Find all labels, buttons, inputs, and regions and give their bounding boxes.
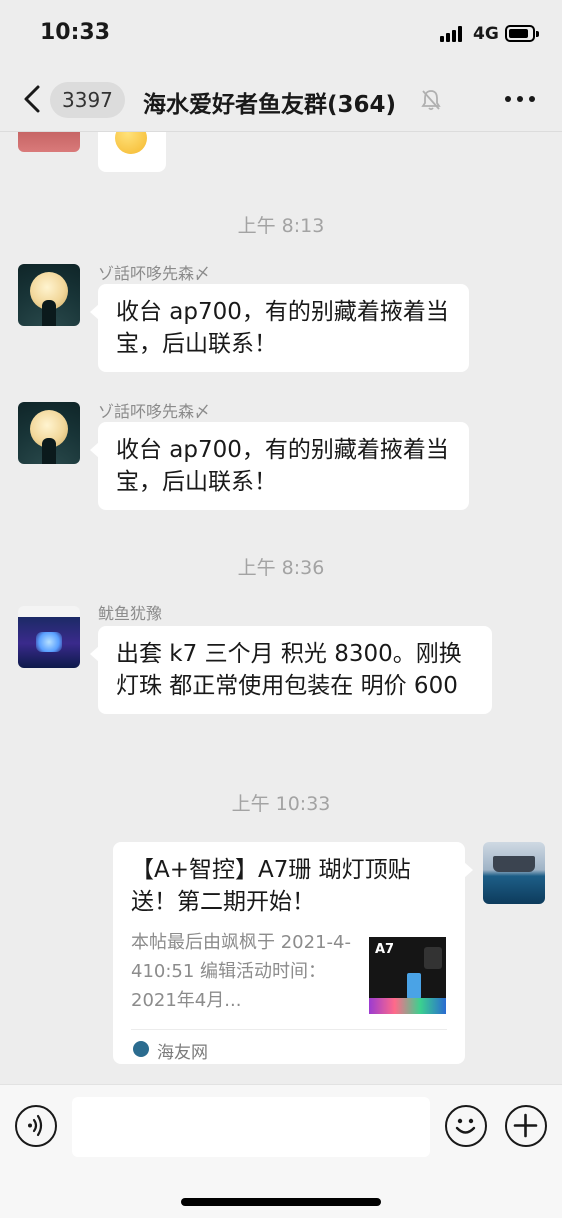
avatar[interactable] <box>18 132 80 152</box>
sender-name: ゾ話吥哆先森〆 <box>98 402 211 421</box>
source-name: 海友网 <box>157 1043 208 1063</box>
chat-area[interactable]: 上午 8:13 ゾ話吥哆先森〆 收台 ap700，有的别藏着掖着当宝，后山联系！… <box>0 132 562 1084</box>
chat-title: 海水爱好者鱼友群(364) <box>143 92 397 118</box>
source-logo-icon <box>133 1041 149 1057</box>
signal-icon <box>440 26 466 42</box>
network-label: 4G <box>473 24 499 44</box>
emoji-button[interactable] <box>445 1105 487 1147</box>
avatar[interactable] <box>18 402 80 464</box>
voice-button[interactable] <box>15 1105 57 1147</box>
add-button[interactable] <box>505 1105 547 1147</box>
message-input[interactable] <box>72 1097 430 1157</box>
status-time: 10:33 <box>40 20 111 45</box>
timestamp: 上午 10:33 <box>231 793 331 815</box>
kissing-face-icon <box>115 132 147 154</box>
card-thumbnail: A7 <box>369 937 446 1014</box>
message-bubble[interactable]: 收台 ap700，有的别藏着掖着当宝，后山联系！ <box>90 284 469 372</box>
bell-slash-icon <box>420 88 442 112</box>
chevron-left-icon <box>24 85 40 113</box>
sender-name: ゾ話吥哆先森〆 <box>98 264 211 283</box>
status-bar: 10:33 4G <box>0 0 562 70</box>
sender-name: 鱿鱼犹豫 <box>98 604 163 623</box>
card-description: 本帖最后由飒枫于 2021-4-410:51 编辑活动时间： 2021年4月..… <box>131 932 351 1011</box>
divider <box>131 1029 447 1030</box>
thumbnail-brand: A7 <box>375 942 395 957</box>
battery-icon <box>505 25 539 42</box>
home-indicator[interactable] <box>181 1198 381 1206</box>
message-bubble[interactable]: 出套 k7 三个月 积光 8300。刚换灯珠 都正常使用包装在 明价 600 <box>90 626 492 714</box>
chat-header: 3397 海水爱好者鱼友群(364) <box>0 70 562 132</box>
plus-icon <box>513 1113 538 1138</box>
emoji-message-bubble[interactable] <box>98 132 166 172</box>
voice-icon <box>28 1114 43 1137</box>
avatar[interactable] <box>18 264 80 326</box>
avatar[interactable] <box>483 842 545 904</box>
message-bubble[interactable]: 收台 ap700，有的别藏着掖着当宝，后山联系！ <box>90 422 469 510</box>
timestamp: 上午 8:13 <box>237 215 325 237</box>
avatar[interactable] <box>18 606 80 668</box>
timestamp: 上午 8:36 <box>237 557 325 579</box>
link-card[interactable]: 【A+智控】A7珊 瑚灯顶贴送！第二期开始！ 本帖最后由飒枫于 2021-4-4… <box>113 842 473 1064</box>
unread-count-badge[interactable]: 3397 <box>50 82 125 118</box>
more-dots-icon[interactable] <box>505 96 535 104</box>
emoji-icon <box>455 1118 476 1134</box>
back-button[interactable] <box>22 84 44 114</box>
card-title: 【A+智控】A7珊 瑚灯顶贴送！第二期开始！ <box>131 857 411 915</box>
